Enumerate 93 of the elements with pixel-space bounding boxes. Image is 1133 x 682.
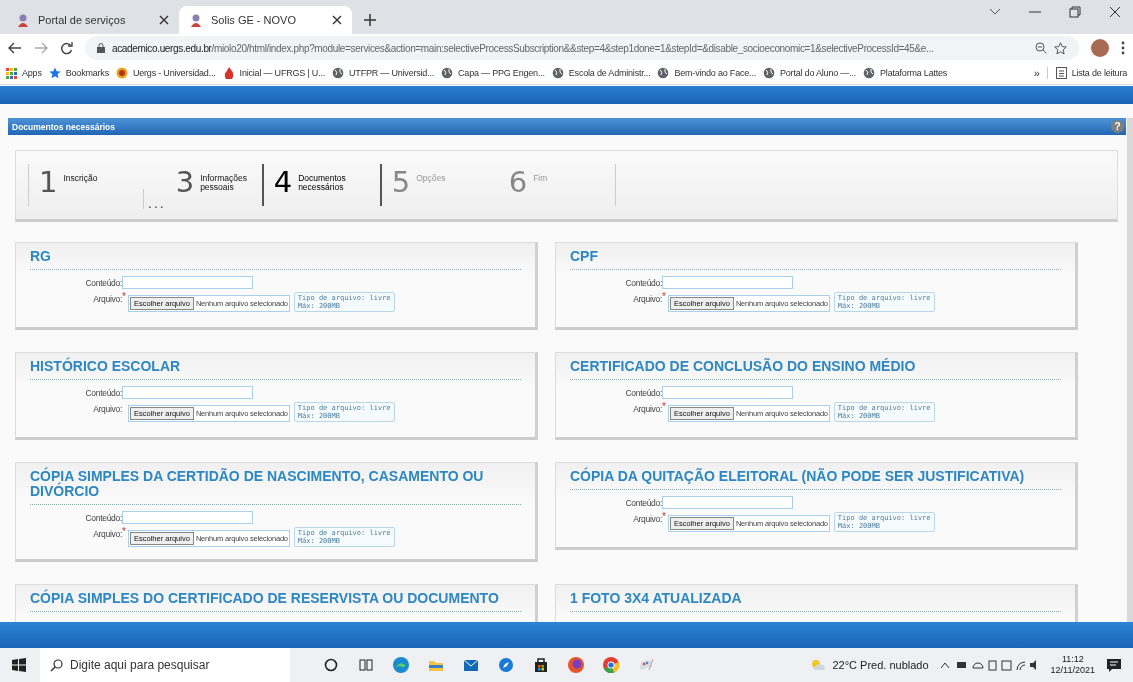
globe-icon — [657, 67, 670, 79]
globe-icon — [863, 67, 876, 79]
field-label: Conteúdo: — [84, 387, 122, 398]
required-asterisk: * — [122, 527, 127, 537]
field-label: Conteúdo: — [84, 512, 122, 523]
search-icon — [50, 659, 63, 672]
document-title: HISTÓRICO ESCOLAR — [30, 359, 521, 380]
more-menu-icon[interactable] — [1121, 41, 1125, 55]
bookmark-item[interactable]: Bookmarks — [48, 67, 109, 79]
star-outline-icon[interactable] — [1054, 41, 1067, 55]
field-label: Conteúdo: — [624, 387, 662, 398]
bookmark-item[interactable]: Escola de Administr... — [551, 67, 651, 79]
panel-title: Documentos necessários — [12, 121, 115, 132]
weather-text[interactable]: 22°C Pred. nublado — [832, 659, 929, 671]
apps-grid-icon — [6, 67, 17, 79]
bookmark-item[interactable]: Apps — [6, 67, 42, 79]
content-input-field[interactable] — [662, 276, 793, 289]
content-input-field[interactable] — [122, 386, 253, 399]
document-title: CÓPIA DA QUITAÇÃO ELEITORAL (NÃO PODE SER JUSTIFICATIVA) — [570, 469, 1061, 490]
profile-avatar[interactable] — [1091, 39, 1109, 57]
document-title: 1 FOTO 3X4 ATUALIZADA — [570, 591, 1061, 612]
lock-icon — [97, 43, 105, 53]
compass-icon[interactable] — [497, 656, 515, 674]
close-icon[interactable] — [332, 15, 342, 25]
required-asterisk: * — [662, 292, 667, 302]
notification-icon[interactable] — [1107, 658, 1121, 672]
bookmark-item[interactable]: Bem-vindo ao Face... — [657, 67, 756, 79]
field-label: Arquivo: — [632, 294, 662, 304]
chrome-icon[interactable] — [602, 656, 620, 674]
globe-icon — [763, 67, 775, 79]
required-asterisk: * — [662, 512, 667, 522]
document-title: RG — [30, 249, 521, 270]
shopping-bag-icon[interactable] — [532, 656, 550, 674]
field-label: Arquivo: — [632, 404, 662, 414]
scrollbar[interactable] — [1127, 118, 1133, 622]
list-icon — [1055, 67, 1067, 79]
zoom-icon[interactable] — [1035, 42, 1047, 54]
bookmark-item[interactable]: Capa — PPG Engen... — [441, 67, 545, 79]
circle-logo-icon — [115, 67, 128, 79]
field-label: Conteúdo: — [84, 277, 122, 288]
step-ellipsis: ... — [143, 189, 166, 209]
required-asterisk: * — [662, 402, 667, 412]
firefox-icon[interactable] — [567, 656, 585, 674]
flame-icon — [222, 67, 235, 79]
document-title: CPF — [570, 249, 1061, 270]
cortana-circle-icon[interactable] — [322, 656, 340, 674]
bookmark-item[interactable]: Uergs - Universidad... — [115, 67, 216, 79]
more-bookmarks-chevron[interactable]: » — [1033, 67, 1040, 79]
bookmark-item[interactable]: Plataforma Lattes — [863, 67, 948, 79]
wizard-step[interactable]: 1 Inscrição — [28, 164, 143, 206]
globe-icon — [332, 67, 345, 79]
field-label: Arquivo: — [92, 403, 122, 414]
globe-icon — [441, 67, 454, 79]
taskbar-search-field[interactable]: Digite aqui para pesquisar — [40, 648, 290, 682]
clock-time[interactable]: 11:12 — [1061, 654, 1084, 665]
restore-icon[interactable] — [1069, 6, 1081, 18]
task-view-icon[interactable] — [357, 656, 375, 674]
field-label: Conteúdo: — [624, 497, 662, 508]
new-tab-icon[interactable] — [364, 14, 376, 26]
star-icon — [48, 67, 61, 79]
content-input-field[interactable] — [122, 276, 253, 289]
help-button[interactable]: ? — [1111, 120, 1124, 133]
document-title: CERTIFICADO DE CONCLUSÃO DO ENSINO MÉDIO — [570, 359, 1061, 380]
field-label: Conteúdo: — [624, 277, 662, 288]
url-text: academico.uergs.edu.br/miolo20/html/index.php?module=services&action=main:selectiveProcessSubscription&&step=4&step1done=1&stepId=&disable_socioeconomic=1&selectiveProcessId=45&e... — [112, 42, 935, 54]
site-icon — [16, 13, 30, 27]
document-title: CÓPIA SIMPLES DO CERTIFICADO DE RESERVISTA OU DOCUMENTO — [30, 591, 521, 612]
browser-tab[interactable]: Solis GE - NOVO — [179, 6, 352, 34]
required-asterisk: * — [122, 292, 127, 302]
field-label: Arquivo: — [92, 294, 122, 304]
content-input-field[interactable] — [662, 496, 793, 509]
content-input-field[interactable] — [122, 511, 253, 524]
content-input-field[interactable] — [662, 386, 793, 399]
bookmark-item[interactable]: Portal do Aluno —... — [763, 67, 857, 79]
globe-icon — [551, 67, 564, 79]
reading-list-button[interactable]: Lista de leitura — [1046, 67, 1127, 79]
chevron-down-icon[interactable] — [989, 8, 1001, 16]
tray-icons-drawing[interactable] — [938, 659, 1039, 671]
clock-date[interactable]: 12/11/2021 — [1050, 665, 1095, 676]
close-icon[interactable] — [159, 15, 169, 25]
close-icon[interactable] — [1109, 6, 1121, 18]
edge-browser-icon[interactable] — [392, 656, 410, 674]
windows-start-icon[interactable] — [12, 658, 26, 672]
cloud-sun-icon — [810, 659, 827, 671]
back-arrow-icon[interactable] — [8, 42, 22, 54]
reload-icon[interactable] — [60, 41, 73, 55]
bookmark-item[interactable]: Inicial — UFRGS | U... — [222, 67, 326, 79]
address-bar[interactable]: academico.uergs.edu.br/miolo20/html/index.php?module=services&action=main:selectiveProcessSubscription&&step=4&step1done=1&stepId=&disable_socioeconomic=1&selectiveProcessId=45&e... — [85, 36, 1079, 60]
site-icon — [189, 13, 203, 27]
field-label: Arquivo: — [92, 529, 122, 539]
bookmark-item[interactable]: UTFPR — Universid... — [332, 67, 435, 79]
document-title: CÓPIA SIMPLES DA CERTIDÃO DE NASCIMENTO, CASAMENTO OU DIVÓRCIO — [30, 469, 521, 505]
field-label: Arquivo: — [632, 514, 662, 524]
